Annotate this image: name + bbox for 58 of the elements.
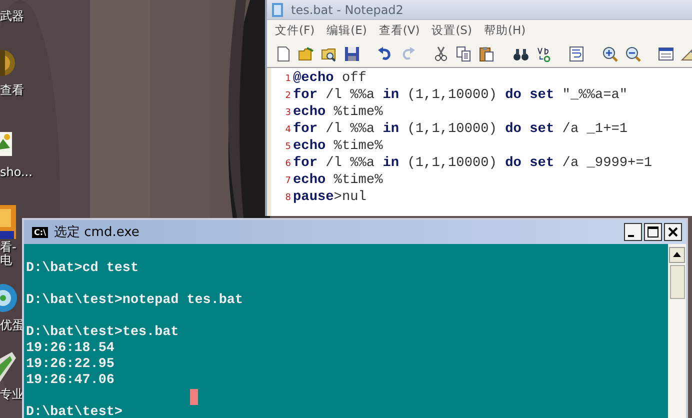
folder-icon[interactable]	[298, 46, 314, 62]
console-line: D:\bat\test>tes.bat	[26, 325, 179, 340]
code-line: pause>nul	[293, 190, 366, 205]
word-wrap-icon[interactable]	[568, 46, 585, 62]
menu-item[interactable]: 设置(S)	[432, 23, 472, 38]
code-line: for /l %%a in (1,1,10000) do set /a _1+=1	[293, 122, 628, 137]
scrollbar[interactable]	[668, 244, 686, 418]
line-number: 6	[284, 159, 292, 169]
code-line: for /l %%a in (1,1,10000) do set /a _9999+=1	[293, 156, 652, 171]
clipboard-icon[interactable]	[479, 46, 496, 62]
notepad-icon	[271, 2, 285, 18]
close-icon[interactable]	[664, 223, 682, 241]
console-icon: C:\	[32, 226, 48, 238]
menu-item[interactable]: 帮助(H)	[484, 23, 526, 38]
new-file-icon[interactable]	[275, 46, 291, 62]
line-number: 2	[284, 91, 292, 101]
code-line: echo %time%	[293, 105, 383, 120]
replace-icon[interactable]	[536, 46, 552, 62]
scissors-icon[interactable]	[433, 46, 450, 62]
line-number: 4	[284, 125, 292, 135]
line-number: 7	[284, 176, 292, 186]
copy-icon[interactable]	[456, 46, 472, 62]
line-number: 8	[284, 193, 292, 203]
line-number: 5	[284, 142, 292, 152]
menu-item[interactable]: 编辑(E)	[326, 23, 367, 38]
zoom-in-icon[interactable]	[602, 46, 618, 62]
line-number: 1	[284, 74, 292, 84]
window-title: tes.bat - Notepad2	[291, 2, 404, 16]
scroll-up-icon[interactable]	[669, 247, 685, 263]
line-number: 3	[284, 108, 292, 118]
icon-label[interactable]: 优蛋	[0, 319, 24, 332]
code-line: echo %time%	[293, 173, 383, 188]
menu-item[interactable]: 查看(V)	[378, 23, 420, 38]
console-line: D:\bat>cd test	[26, 261, 138, 276]
console-line: 19:26:22.95	[26, 357, 114, 372]
binoculars-icon[interactable]	[512, 46, 529, 62]
selection-block	[190, 389, 198, 405]
icon-label[interactable]: 查看	[0, 84, 24, 97]
icon-label[interactable]: 武器	[0, 10, 24, 23]
undo-arrow-icon[interactable]	[377, 46, 394, 62]
icon-label[interactable]: sho...	[0, 166, 32, 179]
code-line: for /l %%a in (1,1,10000) do set "_%%a=a"	[293, 88, 628, 103]
zoom-out-icon[interactable]	[624, 46, 641, 62]
menu-item[interactable]: 文件(F)	[275, 23, 315, 38]
maximize-icon[interactable]	[644, 223, 662, 241]
code-line: echo %time%	[293, 139, 383, 154]
console-line: 19:26:47.06	[26, 373, 114, 388]
icon-label[interactable]: 看- 电	[0, 241, 16, 267]
scrollbar-thumb[interactable]	[670, 265, 684, 299]
minimize-icon[interactable]	[624, 223, 642, 241]
folder-magnifier-icon[interactable]	[321, 46, 337, 62]
console-line: D:\bat\test>notepad tes.bat	[26, 293, 243, 308]
film-icon[interactable]	[0, 205, 18, 239]
window-icon[interactable]	[658, 46, 674, 62]
console-line: 19:26:18.54	[26, 341, 114, 356]
code-line: @echo off	[293, 71, 366, 86]
window-title: 选定 cmd.exe	[54, 224, 140, 241]
console-line: D:\bat\test>	[26, 405, 122, 418]
